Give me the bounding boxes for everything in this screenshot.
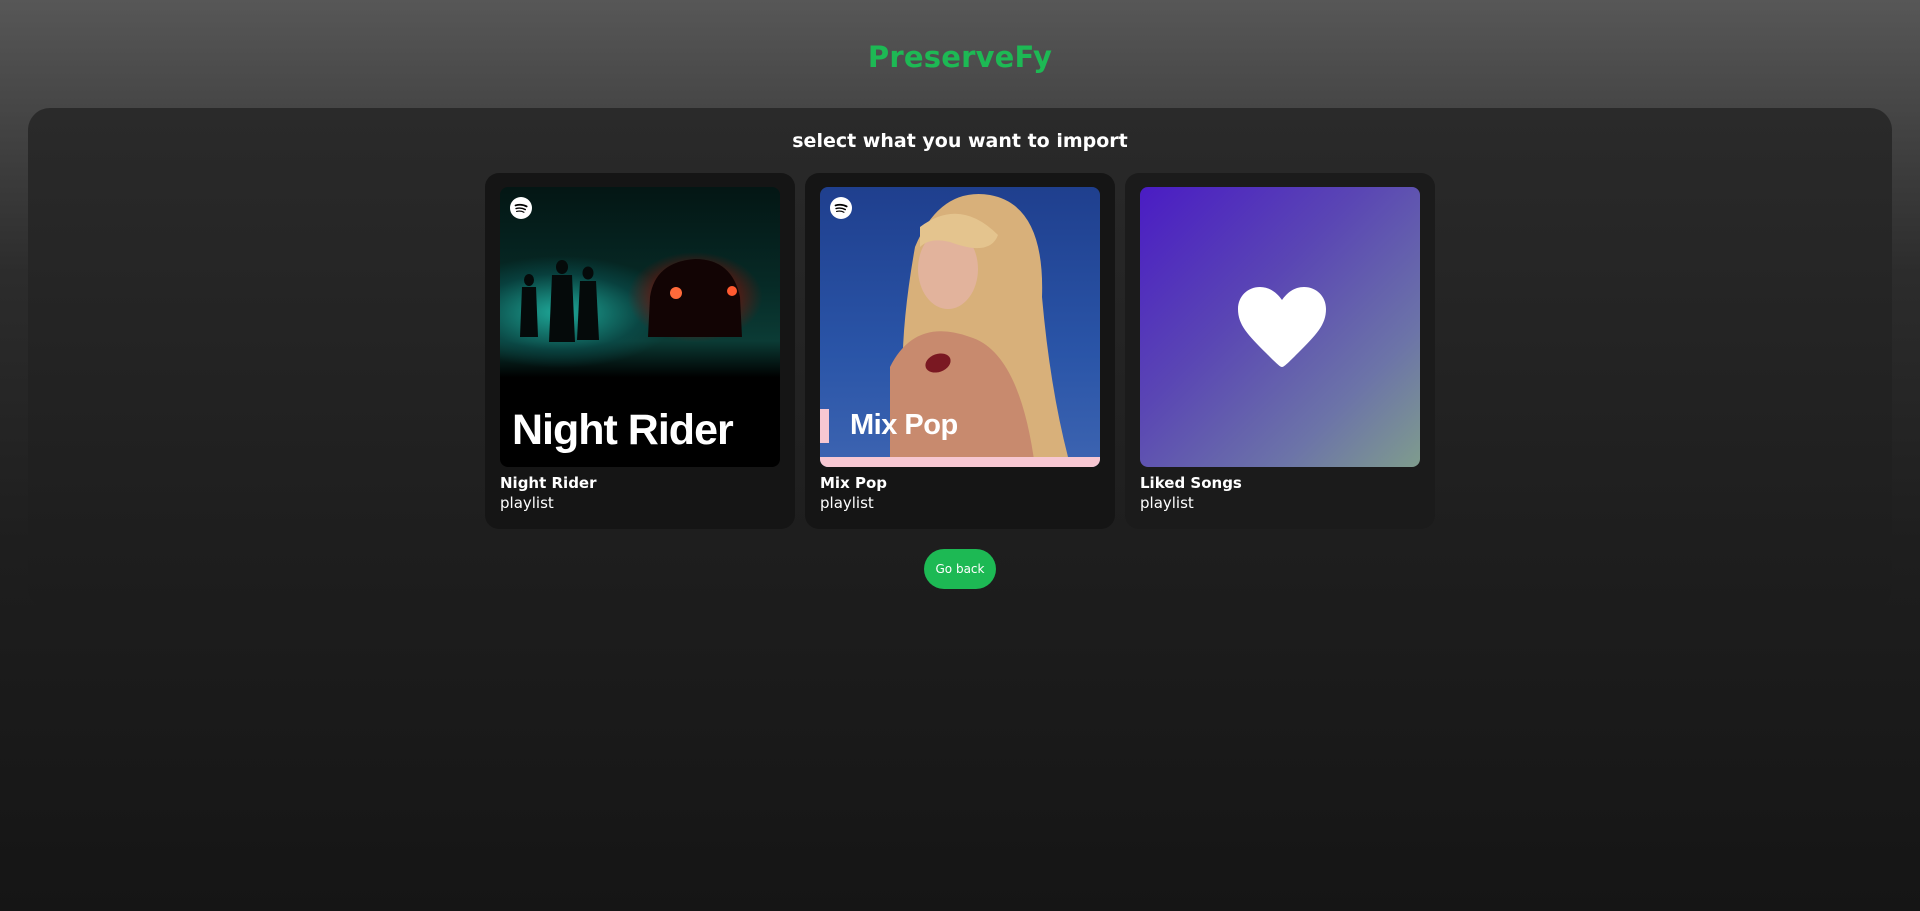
playlist-name: Night Rider bbox=[500, 474, 597, 492]
playlist-cover-image: Mix Pop bbox=[820, 187, 1100, 467]
heart-icon bbox=[1238, 287, 1326, 367]
playlist-type: playlist bbox=[820, 494, 874, 512]
playlist-card-mix-pop[interactable]: Mix Pop Mix Pop playlist bbox=[805, 173, 1115, 529]
cover-title: Night Rider bbox=[512, 406, 734, 454]
silhouettes-art bbox=[520, 259, 742, 342]
app-title: PreserveFy bbox=[867, 40, 1053, 74]
playlist-card-night-rider[interactable]: Night Rider Night Rider playlist bbox=[485, 173, 795, 529]
playlist-type: playlist bbox=[1140, 494, 1194, 512]
playlist-type: playlist bbox=[500, 494, 554, 512]
panel-subtitle: select what you want to import bbox=[792, 130, 1128, 152]
cover-accent-strip bbox=[820, 457, 1100, 467]
playlist-name: Mix Pop bbox=[820, 474, 888, 492]
cover-accent-bar bbox=[820, 409, 829, 443]
playlist-cover-image: Night Rider bbox=[500, 187, 780, 467]
cover-title: Mix Pop bbox=[850, 409, 958, 441]
playlist-card-liked-songs[interactable]: Liked Songs playlist bbox=[1125, 173, 1435, 529]
go-back-button[interactable]: Go back bbox=[924, 549, 996, 589]
import-panel: select what you want to import Night Rid… bbox=[28, 108, 1892, 610]
spotify-logo-icon bbox=[830, 197, 852, 219]
playlist-cover-image bbox=[1140, 187, 1420, 467]
playlist-card-list: Night Rider Night Rider playlist Mix Pop… bbox=[485, 173, 1435, 529]
playlist-name: Liked Songs bbox=[1140, 474, 1242, 492]
